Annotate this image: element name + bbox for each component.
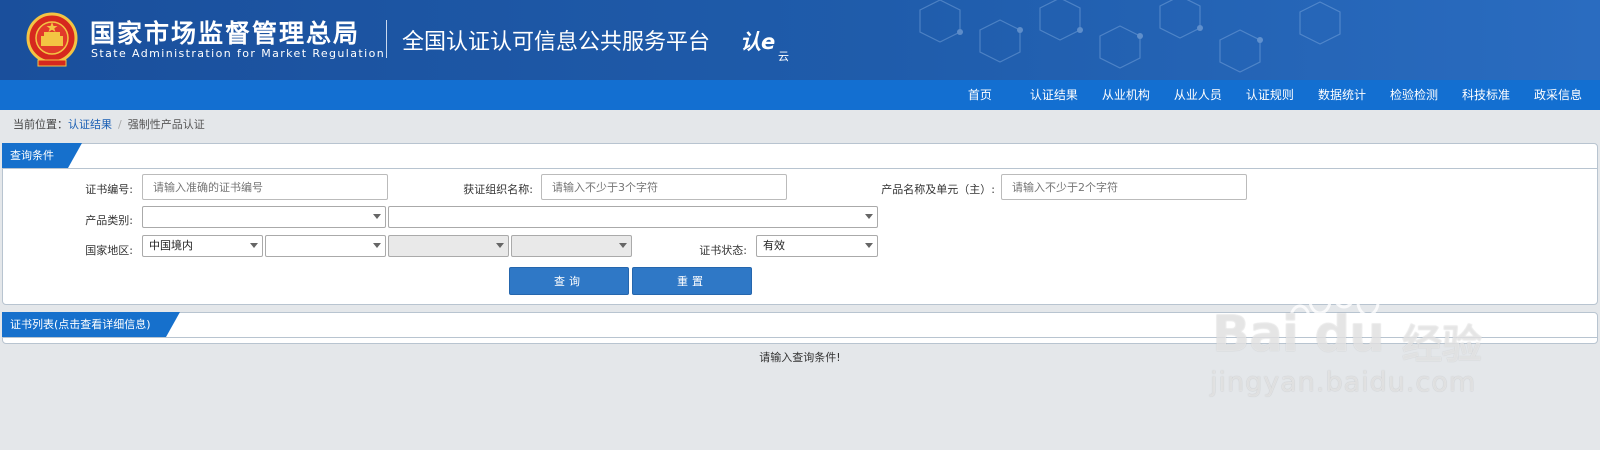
nav-home[interactable]: 首页: [956, 80, 1018, 110]
chevron-down-icon: [619, 243, 627, 248]
rene-logo-sub: 云: [778, 50, 789, 63]
reset-button[interactable]: 重置: [632, 267, 752, 295]
cert-status-select[interactable]: 有效: [756, 235, 878, 257]
rene-logo: 认e: [740, 30, 776, 54]
region-select-country-value: 中国境内: [149, 239, 193, 252]
org-name-label: 获证组织名称:: [463, 183, 533, 196]
query-panel: 查询条件 证书编号: 获证组织名称: 产品名称及单元（主）: 产品类别: 国家地…: [2, 143, 1598, 305]
chevron-down-icon: [865, 243, 873, 248]
nav-procurement[interactable]: 政采信息: [1522, 80, 1594, 110]
breadcrumb-link-cert-results[interactable]: 认证结果: [68, 118, 112, 131]
region-select-district: [511, 235, 632, 257]
platform-title: 全国认证认可信息公共服务平台: [402, 30, 711, 55]
nav-cert-results[interactable]: 认证结果: [1018, 80, 1090, 110]
cert-status-value: 有效: [763, 239, 785, 252]
region-select-country[interactable]: 中国境内: [142, 235, 263, 257]
breadcrumb-separator: /: [118, 118, 122, 131]
chevron-down-icon: [865, 214, 873, 219]
national-emblem-icon: [26, 12, 78, 67]
nav-cert-rules[interactable]: 认证规则: [1234, 80, 1306, 110]
header-divider: [386, 20, 387, 58]
region-select-city: [388, 235, 509, 257]
chevron-down-icon: [373, 243, 381, 248]
nav-statistics[interactable]: 数据统计: [1306, 80, 1378, 110]
watermark-url: jingyan.baidu.com: [1210, 367, 1477, 398]
nav-items: 首页 认证结果 从业机构 从业人员 认证规则 数据统计 检验检测 科技标准 政采…: [956, 80, 1594, 110]
chevron-down-icon: [373, 214, 381, 219]
chevron-down-icon: [250, 243, 258, 248]
category-select-1[interactable]: [142, 206, 386, 228]
site-header: 国家市场监督管理总局 State Administration for Mark…: [0, 0, 1600, 80]
hexagon-pattern-decoration: [919, 0, 1341, 73]
cert-no-input[interactable]: [142, 174, 388, 200]
product-name-label: 产品名称及单元（主）:: [881, 183, 995, 196]
agency-title-en: State Administration for Market Regulati…: [91, 47, 386, 60]
query-panel-header: 查询条件: [2, 143, 1597, 169]
org-name-input[interactable]: [541, 174, 787, 200]
nav-standards[interactable]: 科技标准: [1450, 80, 1522, 110]
nav-inspection[interactable]: 检验检测: [1378, 80, 1450, 110]
category-select-2[interactable]: [388, 206, 878, 228]
region-label: 国家地区:: [85, 244, 133, 257]
query-panel-tab: 查询条件: [2, 143, 82, 168]
breadcrumb-prefix: 当前位置：: [13, 118, 68, 131]
product-name-input[interactable]: [1001, 174, 1247, 200]
breadcrumb-current: 强制性产品认证: [127, 118, 205, 131]
main-nav: 首页 认证结果 从业机构 从业人员 认证规则 数据统计 检验检测 科技标准 政采…: [0, 80, 1600, 110]
chevron-down-icon: [496, 243, 504, 248]
nav-personnel[interactable]: 从业人员: [1162, 80, 1234, 110]
cert-status-label: 证书状态:: [699, 244, 747, 257]
category-label: 产品类别:: [85, 214, 133, 227]
search-button[interactable]: 查询: [509, 267, 629, 295]
cert-list-panel-tab: 证书列表(点击查看详细信息): [2, 312, 180, 337]
breadcrumb: 当前位置：认证结果 / 强制性产品认证: [13, 116, 205, 132]
nav-institutions[interactable]: 从业机构: [1090, 80, 1162, 110]
cert-no-label: 证书编号:: [85, 183, 133, 196]
agency-title-cn: 国家市场监督管理总局: [90, 19, 361, 48]
region-select-province[interactable]: [265, 235, 386, 257]
watermark-cn: 经验: [1402, 322, 1482, 368]
watermark-brand: Bai du: [1212, 305, 1385, 363]
